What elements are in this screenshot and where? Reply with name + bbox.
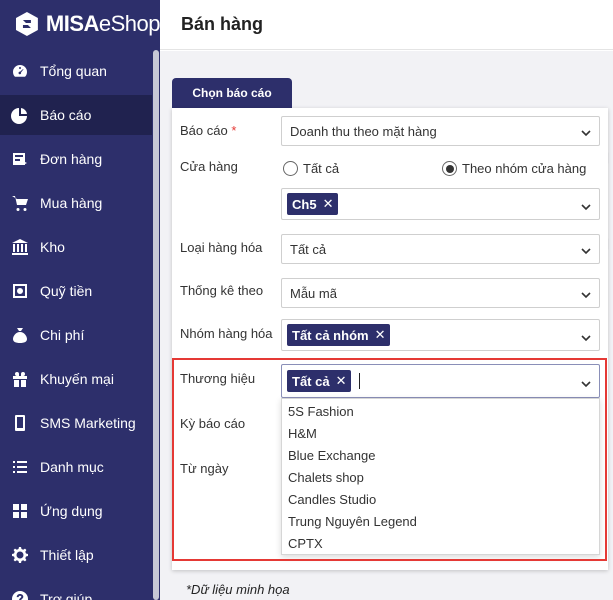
sidebar-item[interactable]: Đơn hàng <box>0 139 152 179</box>
chevron-down-icon <box>581 200 591 211</box>
sidebar-item[interactable]: Chi phí <box>0 315 152 355</box>
sidebar-item[interactable]: Tổng quan <box>0 51 152 91</box>
list-icon <box>10 457 30 477</box>
store-radio-all[interactable]: Tất cả <box>283 161 339 176</box>
sidebar: MISAeShop Tổng quan Báo cáo Đơn hàng Mua hà… <box>0 0 160 600</box>
chevron-down-icon <box>581 288 591 299</box>
sidebar-item[interactable]: Kho <box>0 227 152 267</box>
chevron-down-icon <box>581 126 591 137</box>
sample-data-footnote: *Dữ liệu minh họa <box>186 582 290 597</box>
chevron-down-icon <box>581 331 591 342</box>
sidebar-item[interactable]: Thiết lập <box>0 535 152 575</box>
sidebar-item-label: Tổng quan <box>40 63 107 79</box>
goods-group-label: Nhóm hàng hóa <box>180 326 273 341</box>
sidebar-item-label: Kho <box>40 239 65 255</box>
sidebar-item[interactable]: Báo cáo <box>0 95 152 135</box>
goods-group-select[interactable]: Tất cả nhóm ✕ <box>281 319 600 351</box>
sidebar-item-label: Trợ giúp <box>40 591 93 600</box>
sidebar-item[interactable]: SMS Marketing <box>0 403 152 443</box>
report-select[interactable]: Doanh thu theo mặt hàng <box>281 116 600 146</box>
sidebar-item-label: Thiết lập <box>40 547 94 563</box>
goods-group-chip: Tất cả nhóm ✕ <box>287 324 391 346</box>
gift-icon <box>10 369 30 389</box>
radio-unchecked-icon <box>283 161 298 176</box>
sidebar-item-label: Quỹ tiền <box>40 283 93 299</box>
store-group-chip: Ch5 ✕ <box>287 193 339 215</box>
page-title: Bán hàng <box>181 14 264 34</box>
stat-by-label: Thống kê theo <box>180 283 264 298</box>
sidebar-item-label: Báo cáo <box>40 107 92 123</box>
dashboard-icon <box>10 61 30 81</box>
sidebar-item-label: SMS Marketing <box>40 415 136 431</box>
sidebar-item[interactable]: Mua hàng <box>0 183 152 223</box>
sidebar-scrollbar-thumb[interactable] <box>153 50 159 600</box>
safe-icon <box>10 281 30 301</box>
sidebar-item[interactable]: Quỹ tiền <box>0 271 152 311</box>
sidebar-item-label: Chi phí <box>40 327 85 343</box>
radio-checked-icon <box>442 161 457 176</box>
sidebar-item[interactable]: Trợ giúp <box>0 579 152 600</box>
goods-type-select[interactable]: Tất cả <box>281 234 600 264</box>
tab-choose-report[interactable]: Chọn báo cáo <box>172 78 292 108</box>
store-group-select[interactable]: Ch5 ✕ <box>281 188 600 220</box>
report-label: Báo cáo * <box>180 123 237 138</box>
sidebar-scrollbar[interactable] <box>152 50 160 600</box>
sidebar-item[interactable]: Danh mục <box>0 447 152 487</box>
sidebar-item[interactable]: Khuyến mại <box>0 359 152 399</box>
pie-chart-icon <box>10 105 30 125</box>
chevron-down-icon <box>581 244 591 255</box>
gear-icon <box>10 545 30 565</box>
warehouse-icon <box>10 237 30 257</box>
money-bag-icon <box>10 325 30 345</box>
sidebar-item-label: Khuyến mại <box>40 371 114 387</box>
brand-name: MISAeShop <box>45 11 160 36</box>
store-radio-by-group[interactable]: Theo nhóm cửa hàng <box>442 161 586 176</box>
sidebar-item-label: Đơn hàng <box>40 151 103 167</box>
chip-remove-icon[interactable]: ✕ <box>323 196 334 212</box>
sidebar-item-label: Ứng dụng <box>40 503 103 519</box>
help-icon <box>10 589 30 600</box>
highlight-annotation-box <box>172 358 607 561</box>
phone-icon <box>10 413 30 433</box>
stat-by-select[interactable]: Mẫu mã <box>281 278 600 308</box>
apps-icon <box>10 501 30 521</box>
top-header: Bán hàng <box>160 0 613 50</box>
misa-logo-icon <box>15 12 38 36</box>
sidebar-item-label: Mua hàng <box>40 195 103 211</box>
sidebar-item[interactable]: Ứng dụng <box>0 491 152 531</box>
brand-logo[interactable]: MISAeShop <box>0 0 160 48</box>
order-icon <box>10 149 30 169</box>
cart-icon <box>10 193 30 213</box>
goods-type-label: Loại hàng hóa <box>180 240 263 255</box>
chip-remove-icon[interactable]: ✕ <box>375 327 386 343</box>
store-label: Cửa hàng <box>180 159 238 174</box>
sidebar-item-label: Danh mục <box>40 459 104 475</box>
